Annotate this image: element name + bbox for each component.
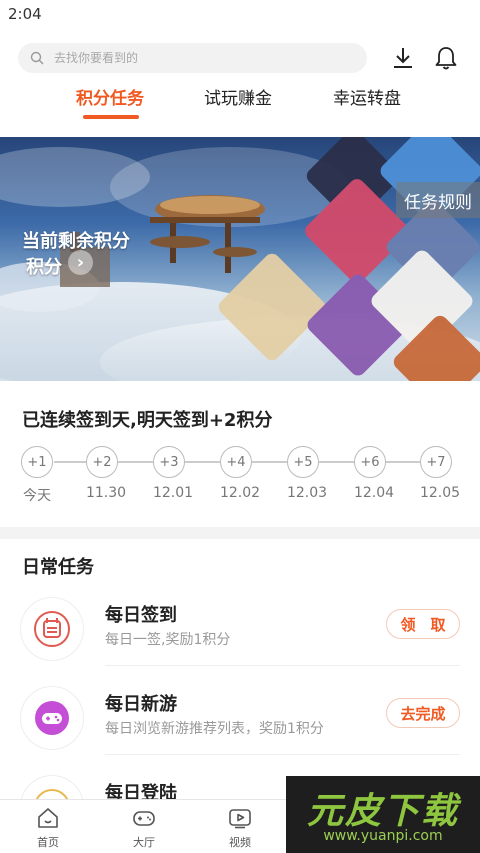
nav-label: 首页 <box>37 836 59 849</box>
signin-steps: +1 +2 +3 +4 +5 +6 +7 今天 11.30 12.01 12.0… <box>0 446 480 506</box>
search-icon <box>30 51 44 65</box>
step-reward: +4 <box>220 446 252 478</box>
task-divider <box>105 665 460 666</box>
signin-streak-title: 已连续签到天,明天签到+2积分 <box>22 410 273 431</box>
nav-hall[interactable]: 大厅 <box>114 806 174 850</box>
chevron-right-icon[interactable]: › <box>68 250 93 275</box>
search-bar[interactable] <box>18 43 367 73</box>
points-value: 积分 <box>26 257 62 278</box>
step-date: 12.04 <box>353 485 395 501</box>
task-divider <box>105 754 460 755</box>
site-watermark: 元皮下载 www.yuanpi.com <box>286 776 480 853</box>
step-reward: +7 <box>420 446 452 478</box>
points-banner[interactable]: 当前剩余积分 积分 › 任务规则 <box>0 137 480 381</box>
tab-indicator <box>83 115 139 119</box>
calendar-icon <box>20 597 84 661</box>
complete-button[interactable]: 去完成 <box>386 698 460 728</box>
nav-home[interactable]: 首页 <box>18 806 78 850</box>
search-input[interactable] <box>54 51 334 65</box>
step-date: 12.01 <box>152 485 194 501</box>
task-rules-button[interactable]: 任务规则 <box>396 182 480 218</box>
step-date: 12.03 <box>286 485 328 501</box>
gamepad-icon <box>20 686 84 750</box>
video-icon <box>229 809 251 829</box>
step-reward: +5 <box>287 446 319 478</box>
task-item: 每日新游 每日浏览新游推荐列表，奖励1积分 去完成 <box>0 686 480 774</box>
step-reward: +1 <box>21 446 53 478</box>
status-time: 2:04 <box>8 5 42 23</box>
task-description: 每日浏览新游推荐列表，奖励1积分 <box>105 721 324 737</box>
task-name: 每日签到 <box>105 605 177 626</box>
tab-trial-earn[interactable]: 试玩赚金 <box>204 84 272 109</box>
step-connector <box>185 461 220 463</box>
watermark-url: www.yuanpi.com <box>323 828 443 844</box>
step-connector <box>118 461 153 463</box>
download-icon[interactable] <box>390 45 416 71</box>
step-connector <box>386 461 420 463</box>
nav-video[interactable]: 视频 <box>210 806 270 850</box>
task-description: 每日一签,奖励1积分 <box>105 632 231 648</box>
section-divider <box>0 527 480 539</box>
watermark-title: 元皮下载 <box>306 791 459 832</box>
daily-tasks-title: 日常任务 <box>22 557 94 578</box>
step-connector <box>54 461 86 463</box>
gamepad-icon <box>133 811 155 826</box>
bell-icon[interactable] <box>433 45 459 71</box>
step-date: 12.02 <box>219 485 261 501</box>
status-bar: 2:04 <box>0 0 480 30</box>
points-title: 当前剩余积分 <box>22 231 130 252</box>
nav-label: 大厅 <box>133 836 155 849</box>
step-date: 11.30 <box>85 485 127 501</box>
claim-button[interactable]: 领 取 <box>386 609 460 639</box>
step-connector <box>319 461 354 463</box>
home-icon <box>38 808 58 828</box>
task-name: 每日新游 <box>105 694 177 715</box>
step-reward: +6 <box>354 446 386 478</box>
task-item: 每日签到 每日一签,奖励1积分 领 取 <box>0 597 480 685</box>
tab-lucky-wheel[interactable]: 幸运转盘 <box>333 84 401 109</box>
step-reward: +2 <box>86 446 118 478</box>
tab-points-tasks[interactable]: 积分任务 <box>76 84 144 109</box>
tab-bar: 积分任务 试玩赚金 幸运转盘 <box>0 84 480 120</box>
nav-label: 视频 <box>229 836 251 849</box>
step-date: 今天 <box>23 488 51 504</box>
step-connector <box>252 461 287 463</box>
step-reward: +3 <box>153 446 185 478</box>
step-date: 12.05 <box>419 485 461 501</box>
